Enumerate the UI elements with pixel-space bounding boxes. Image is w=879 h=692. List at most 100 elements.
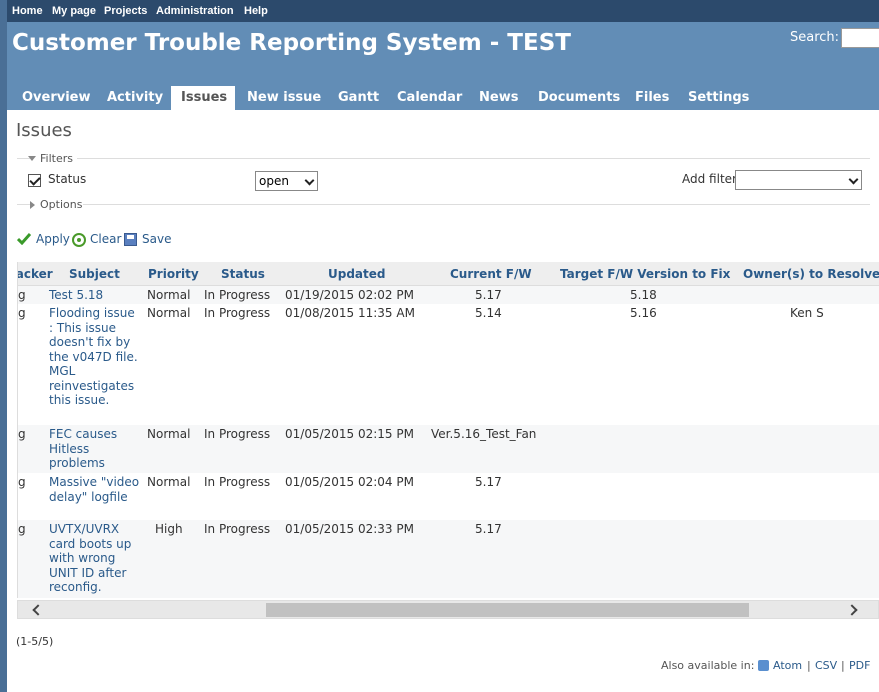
top-menu-my-page[interactable]: My page — [52, 5, 96, 17]
search-input[interactable] — [841, 28, 879, 48]
clear-link[interactable]: Clear — [90, 232, 121, 246]
cell-status: In Progress — [204, 475, 271, 489]
column-target-fw[interactable]: Target F/W Version to Fix — [560, 267, 730, 281]
options-fieldset-border — [17, 204, 30, 205]
cell-current-fw: 5.14 — [475, 306, 502, 320]
scrollbar-thumb[interactable] — [266, 603, 749, 617]
cell-current-fw: Ver.5.16_Test_Fan — [431, 427, 537, 441]
save-icon — [124, 233, 137, 246]
status-operator-select[interactable]: open — [255, 171, 318, 191]
chevron-down-icon — [304, 175, 315, 186]
tab-calendar[interactable]: Calendar — [397, 90, 462, 105]
feed-icon — [758, 660, 769, 671]
filters-legend[interactable]: Filters — [40, 152, 73, 165]
chevron-down-icon — [848, 174, 859, 185]
cell-subject-link[interactable]: UVTX/UVRX card boots up with wrong UNIT … — [49, 522, 141, 595]
table-row[interactable]: g Test 5.18 Normal In Progress 01/19/201… — [18, 286, 879, 304]
reload-icon — [72, 233, 86, 247]
content: Issues Filters Status open Add filter Op… — [7, 110, 879, 692]
tab-issues[interactable]: Issues — [181, 90, 227, 105]
cell-updated: 01/19/2015 02:02 PM — [285, 288, 414, 302]
cell-owner: Ken S — [790, 306, 824, 320]
cell-priority: Normal — [147, 306, 191, 320]
scroll-right-icon[interactable] — [846, 604, 858, 616]
apply-link[interactable]: Apply — [36, 232, 70, 246]
checkmark-icon — [17, 233, 31, 245]
cell-status: In Progress — [204, 288, 271, 302]
filters-fieldset-border — [77, 158, 870, 159]
column-subject[interactable]: Subject — [69, 267, 120, 281]
cell-tracker: g — [18, 306, 26, 320]
tab-settings[interactable]: Settings — [688, 90, 749, 105]
add-filter-label: Add filter — [682, 172, 737, 186]
save-link[interactable]: Save — [142, 232, 171, 246]
horizontal-scrollbar[interactable] — [17, 600, 879, 619]
top-menu-administration[interactable]: Administration — [156, 5, 234, 17]
cell-updated: 01/08/2015 11:35 AM — [285, 306, 415, 320]
atom-link[interactable]: Atom — [773, 659, 802, 672]
table-row[interactable]: g FEC causes Hitless problems Normal In … — [18, 425, 879, 473]
cell-target-fw: 5.18 — [630, 288, 657, 302]
cell-subject-link[interactable]: Massive "video delay" logfile — [49, 475, 141, 504]
csv-link[interactable]: CSV — [815, 659, 837, 672]
cell-subject-link[interactable]: Flooding issue : This issue doesn't fix … — [49, 306, 141, 408]
cell-status: In Progress — [204, 306, 271, 320]
tab-gantt[interactable]: Gantt — [338, 90, 379, 105]
table-row[interactable]: g Flooding issue : This issue doesn't fi… — [18, 304, 879, 425]
header: Customer Trouble Reporting System - TEST… — [7, 22, 879, 110]
cell-current-fw: 5.17 — [475, 522, 502, 536]
collapse-arrow-icon[interactable] — [28, 156, 36, 161]
status-filter-label: Status — [48, 172, 87, 186]
tab-overview[interactable]: Overview — [22, 90, 91, 105]
options-legend[interactable]: Options — [40, 198, 82, 211]
pagination: (1-5/5) — [16, 635, 54, 648]
top-menu: Home My page Projects Administration Hel… — [7, 0, 879, 22]
cell-priority: Normal — [147, 475, 191, 489]
page-title: Issues — [16, 120, 72, 141]
tab-activity[interactable]: Activity — [107, 90, 163, 105]
cell-current-fw: 5.17 — [475, 288, 502, 302]
column-owner[interactable]: Owner(s) to Resolve — [743, 267, 879, 281]
table-row[interactable]: g UVTX/UVRX card boots up with wrong UNI… — [18, 520, 879, 598]
also-available-label: Also available in: — [661, 659, 755, 672]
separator: | — [841, 659, 845, 672]
project-title: Customer Trouble Reporting System - TEST — [12, 30, 571, 56]
table-header: Tracker Subject Priority Status Updated … — [18, 262, 879, 286]
cell-tracker: g — [18, 475, 26, 489]
column-priority[interactable]: Priority — [148, 267, 199, 281]
cell-tracker: g — [18, 427, 26, 441]
status-filter-checkbox[interactable] — [28, 174, 41, 187]
column-current-fw[interactable]: Current F/W — [450, 267, 532, 281]
cell-subject-link[interactable]: Test 5.18 — [49, 288, 141, 303]
top-menu-home[interactable]: Home — [12, 5, 43, 17]
issues-table: Tracker Subject Priority Status Updated … — [17, 262, 879, 598]
search-label: Search: — [790, 30, 840, 45]
column-updated[interactable]: Updated — [328, 267, 386, 281]
scroll-left-icon[interactable] — [32, 604, 44, 616]
table-row[interactable]: g Massive "video delay" logfile Normal I… — [18, 473, 879, 520]
cell-tracker: g — [18, 288, 26, 302]
cell-current-fw: 5.17 — [475, 475, 502, 489]
window-edge — [0, 0, 7, 692]
tab-documents[interactable]: Documents — [538, 90, 620, 105]
add-filter-select[interactable] — [735, 170, 862, 190]
cell-priority: Normal — [147, 427, 191, 441]
column-tracker[interactable]: Tracker — [18, 267, 53, 281]
column-status[interactable]: Status — [221, 267, 265, 281]
cell-priority: Normal — [147, 288, 191, 302]
cell-updated: 01/05/2015 02:33 PM — [285, 522, 414, 536]
top-menu-help[interactable]: Help — [244, 5, 268, 17]
tab-new-issue[interactable]: New issue — [247, 90, 321, 105]
expand-arrow-icon[interactable] — [30, 201, 35, 209]
separator: | — [807, 659, 811, 672]
cell-priority: High — [155, 522, 183, 536]
cell-updated: 01/05/2015 02:15 PM — [285, 427, 414, 441]
pdf-link[interactable]: PDF — [849, 659, 870, 672]
tab-files[interactable]: Files — [635, 90, 669, 105]
cell-status: In Progress — [204, 427, 271, 441]
tab-news[interactable]: News — [479, 90, 518, 105]
cell-target-fw: 5.16 — [630, 306, 657, 320]
top-menu-projects[interactable]: Projects — [104, 5, 147, 17]
cell-subject-link[interactable]: FEC causes Hitless problems — [49, 427, 141, 471]
options-fieldset-border — [83, 204, 870, 205]
